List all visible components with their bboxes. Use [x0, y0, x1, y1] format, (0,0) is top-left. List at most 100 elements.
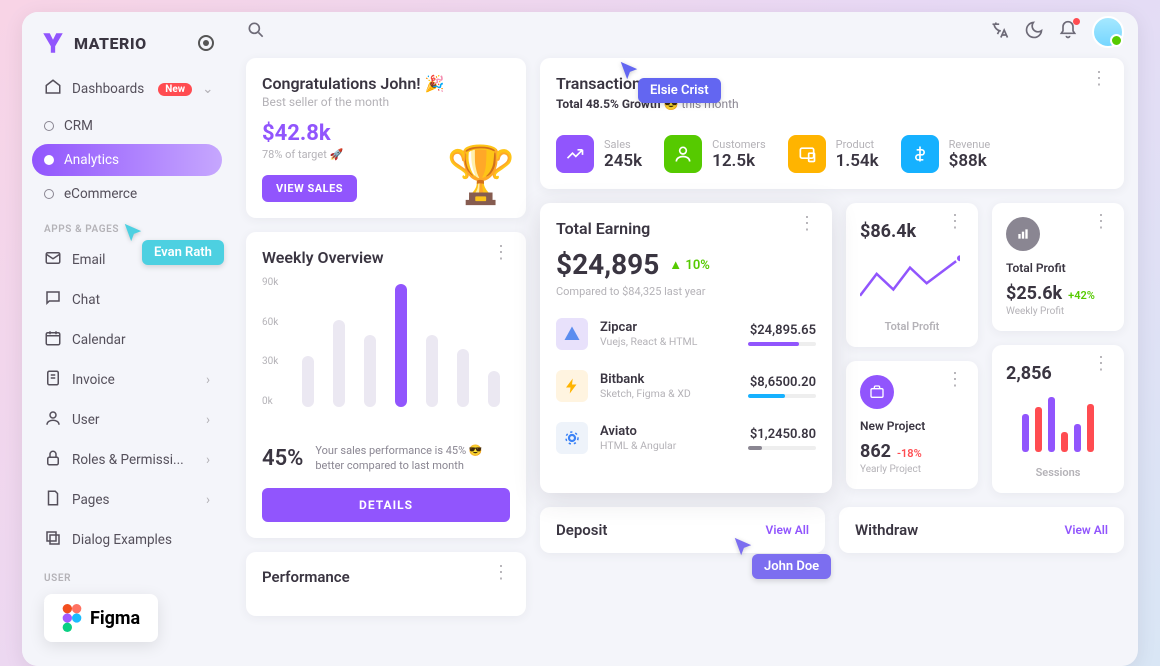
sidebar-label: eCommerce — [64, 186, 137, 202]
sidebar-item-ecommerce[interactable]: eCommerce — [32, 178, 222, 210]
figma-badge: Figma — [44, 594, 158, 642]
more-icon[interactable]: ⋮ — [1092, 359, 1110, 369]
company-name: Zipcar — [600, 320, 736, 335]
stat-item: Sales245k — [556, 135, 642, 173]
stat-icon — [556, 135, 594, 173]
earning-value-row: $24,895 ▲ 10% — [556, 248, 816, 281]
weekly-bar-chart: 90k 60k 30k 0k — [262, 277, 510, 427]
sidebar-item-user[interactable]: User › — [32, 401, 222, 439]
view-sales-button[interactable]: VIEW SALES — [262, 175, 357, 202]
progress-bar — [748, 394, 816, 398]
copy-icon — [44, 529, 62, 551]
sidebar-item-dialog[interactable]: Dialog Examples — [32, 521, 222, 559]
sidebar-label: CRM — [64, 118, 93, 134]
company-amount: $8,6500.20 — [748, 375, 816, 390]
more-icon[interactable]: ⋮ — [946, 217, 964, 227]
congrats-title: Congratulations John! 🎉 — [262, 74, 510, 93]
y-label: 60k — [262, 317, 278, 328]
sidebar-item-invoice[interactable]: Invoice › — [32, 361, 222, 399]
more-icon[interactable]: ⋮ — [492, 568, 510, 578]
y-label: 30k — [262, 356, 278, 367]
newproj-growth: -18% — [897, 447, 922, 460]
content-grid: Congratulations John! 🎉 Best seller of t… — [232, 52, 1138, 666]
circle-icon — [44, 121, 54, 131]
weekly-title: Weekly Overview — [262, 248, 384, 267]
profit2-growth: +42% — [1068, 289, 1095, 302]
theme-toggle-icon[interactable] — [1024, 20, 1044, 44]
newproj-label: New Project — [860, 419, 964, 433]
stat-value: 1.54k — [836, 151, 879, 171]
small-col-1: $86.4k ⋮ Total Profit ⋮ New Project — [846, 203, 978, 493]
view-all-link[interactable]: View All — [766, 523, 809, 537]
cursor-label: Elsie Crist — [638, 78, 721, 103]
company-tech: HTML & Angular — [600, 439, 736, 452]
more-icon[interactable]: ⋮ — [798, 219, 816, 229]
chat-icon — [44, 289, 62, 311]
earning-row: AviatoHTML & Angular$1,2450.80 — [556, 422, 816, 454]
stat-value: 245k — [604, 151, 642, 171]
details-button[interactable]: DETAILS — [262, 488, 510, 522]
session-bar — [1074, 424, 1081, 452]
sidebar-label: Analytics — [64, 152, 119, 168]
lock-icon — [44, 449, 62, 471]
total-earning-card: Total Earning ⋮ $24,895 ▲ 10% Compared t… — [540, 203, 832, 493]
translate-icon[interactable] — [990, 20, 1010, 44]
company-icon — [556, 370, 588, 402]
earning-value: $24,895 — [556, 248, 659, 281]
bar — [426, 335, 438, 407]
profit-value: $86.4k — [860, 221, 916, 242]
stat-value: $88k — [949, 151, 991, 171]
bar — [395, 284, 407, 407]
profit2-value: $25.6k — [1006, 283, 1062, 304]
earning-compared: Compared to $84,325 last year — [556, 285, 816, 298]
stat-label: Revenue — [949, 138, 991, 151]
trophy-icon: 🏆 — [446, 142, 516, 208]
chart-icon — [1006, 217, 1040, 251]
sidebar-label: Chat — [72, 292, 100, 308]
more-icon[interactable]: ⋮ — [1090, 74, 1108, 84]
stat-label: Sales — [604, 138, 642, 151]
cursor-label: Evan Rath — [142, 240, 224, 265]
sidebar-item-dashboards[interactable]: Dashboards New ⌄ — [32, 70, 222, 108]
weekly-percent: 45% — [262, 446, 303, 471]
session-bar — [1061, 432, 1068, 452]
profit2-label: Total Profit — [1006, 261, 1110, 275]
earning-row: ZipcarVuejs, React & HTML$24,895.65 — [556, 318, 816, 350]
progress-bar — [748, 342, 816, 346]
y-label: 90k — [262, 277, 278, 288]
sidebar-label: Roles & Permissi... — [72, 452, 184, 468]
stat-icon — [788, 135, 826, 173]
sidebar-item-chat[interactable]: Chat — [32, 281, 222, 319]
deposit-withdraw-row: Deposit View All Withdraw View All — [540, 507, 1124, 553]
user-avatar[interactable] — [1092, 16, 1124, 48]
sidebar-item-roles[interactable]: Roles & Permissi... › — [32, 441, 222, 479]
mail-icon — [44, 249, 62, 271]
view-all-link[interactable]: View All — [1065, 523, 1108, 537]
withdraw-card: Withdraw View All — [839, 507, 1124, 553]
home-icon — [44, 78, 62, 100]
invoice-icon — [44, 369, 62, 391]
pin-icon[interactable] — [198, 35, 214, 51]
sidebar-item-calendar[interactable]: Calendar — [32, 321, 222, 359]
session-bar — [1035, 407, 1042, 452]
sidebar-item-pages[interactable]: Pages › — [32, 481, 222, 519]
sidebar-label: Email — [72, 252, 105, 268]
cursor-evan: Evan Rath — [122, 222, 224, 265]
earning-growth: ▲ 10% — [669, 257, 710, 273]
more-icon[interactable]: ⋮ — [946, 375, 964, 385]
more-icon[interactable]: ⋮ — [492, 248, 510, 258]
stat-label: Product — [836, 138, 879, 151]
withdraw-title: Withdraw — [855, 521, 918, 539]
calendar-icon — [44, 329, 62, 351]
company-name: Aviato — [600, 424, 736, 439]
notifications-icon[interactable] — [1058, 20, 1078, 44]
company-icon — [556, 318, 588, 350]
search-icon[interactable] — [246, 20, 266, 44]
more-icon[interactable]: ⋮ — [1092, 217, 1110, 227]
sidebar-item-crm[interactable]: CRM — [32, 110, 222, 142]
newproj-sub: Yearly Project — [860, 464, 964, 475]
sparkline-chart — [860, 252, 960, 302]
congratulations-card: Congratulations John! 🎉 Best seller of t… — [246, 58, 526, 218]
sidebar-item-analytics[interactable]: Analytics — [32, 144, 222, 176]
company-icon — [556, 422, 588, 454]
